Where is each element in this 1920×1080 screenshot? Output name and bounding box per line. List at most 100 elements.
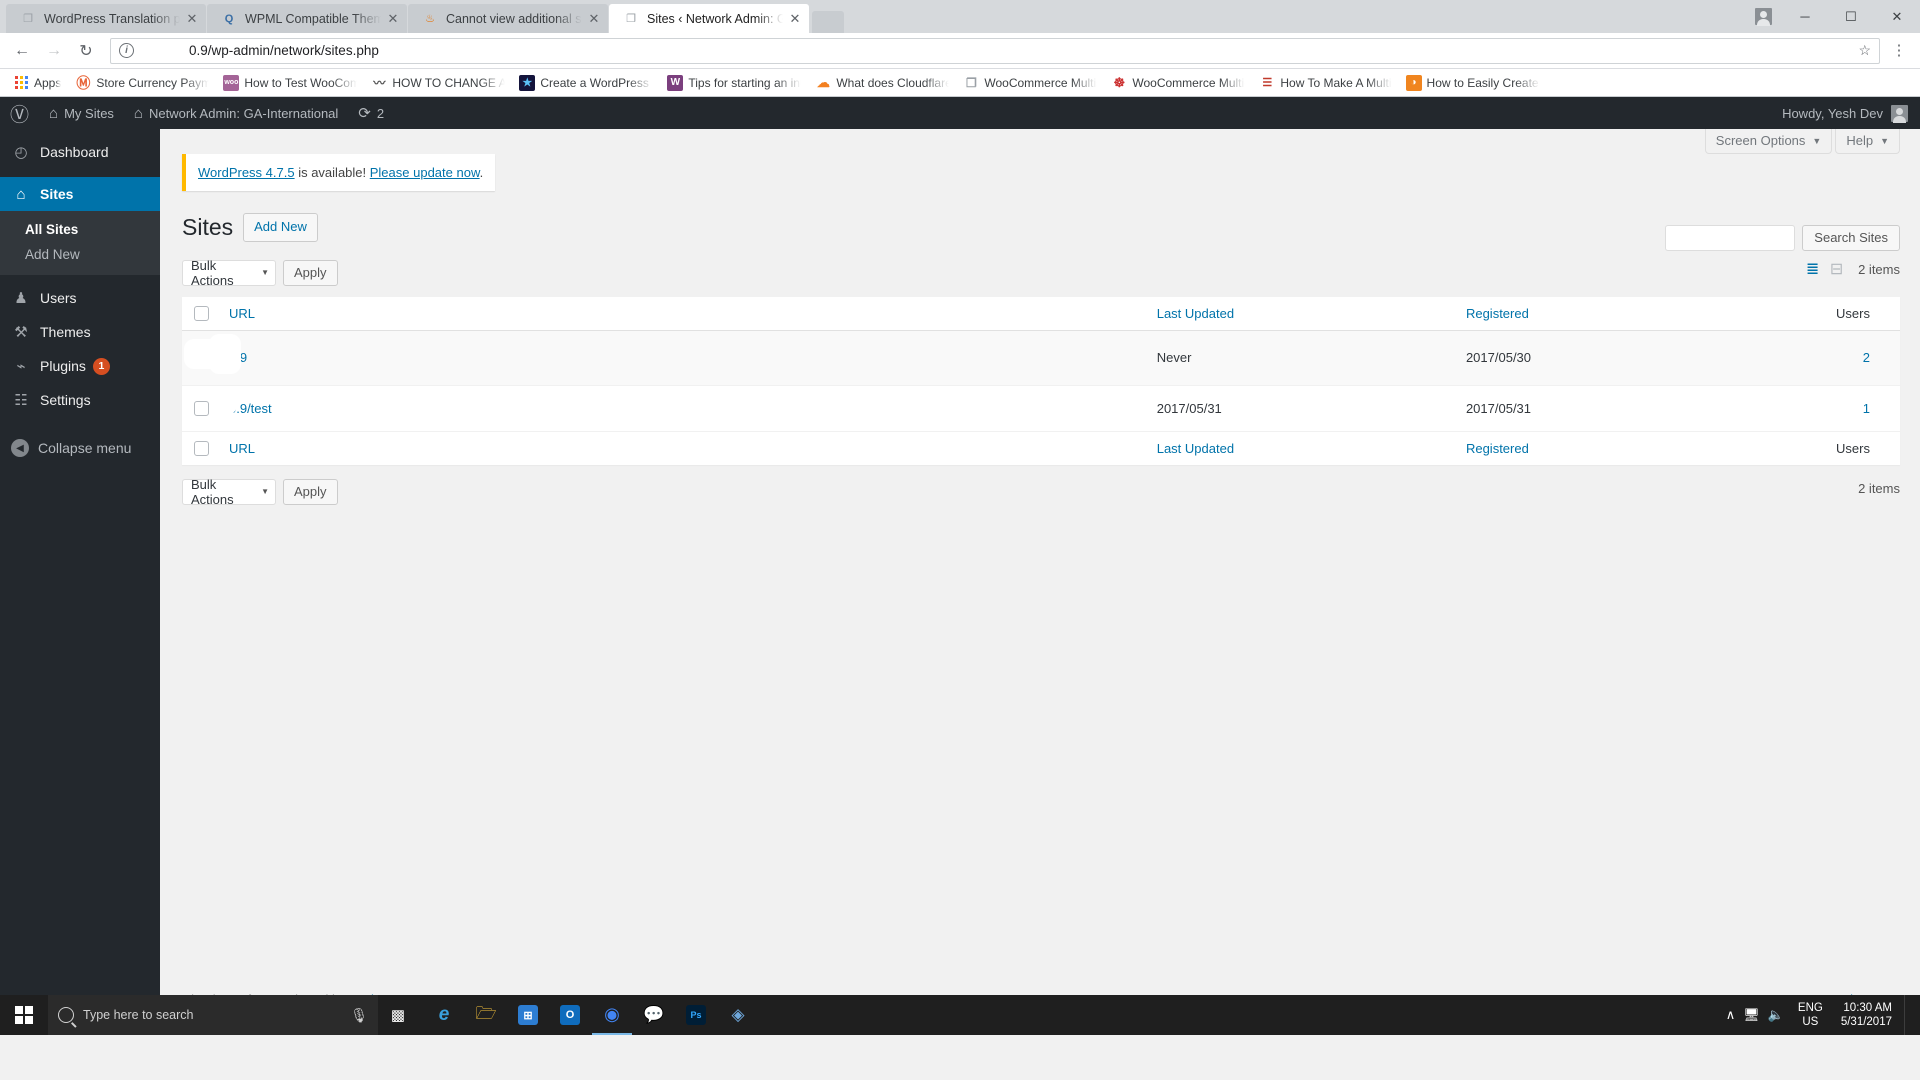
bookmark-test-woocommerce[interactable]: woo How to Test WooCom [216,72,364,94]
bookmark-store-currency[interactable]: Ⓜ Store Currency Payme [68,72,216,94]
file-explorer-icon[interactable]: 🗁 [466,995,506,1035]
row-checkbox[interactable] [194,400,209,416]
column-header-url[interactable]: URL [219,296,1147,331]
column-footer-last-updated[interactable]: Last Updated [1146,430,1456,465]
forward-icon[interactable]: → [40,37,68,65]
microphone-icon[interactable]: 🎙 [350,1007,368,1024]
bookmark-create-wordpress[interactable]: ★ Create a WordPress M [512,72,660,94]
wordpress-version-link[interactable]: WordPress 4.7.5 [198,165,295,180]
url-text: 0.9/wp-admin/network/sites.php [189,43,379,58]
sidebar-item-dashboard[interactable]: ◴ Dashboard [0,135,160,169]
taskbar-search-box[interactable]: Type here to search 🎙 [48,995,378,1035]
sidebar-item-settings[interactable]: ☷ Settings [0,383,160,417]
maximize-button[interactable]: ☐ [1828,0,1874,33]
clock[interactable]: 10:30 AM 5/31/2017 [1837,1001,1892,1030]
sites-table: URL Last Updated Registered Users Never … [182,296,1900,465]
sidebar-item-add-new-site[interactable]: Add New [0,242,160,267]
bookmark-woocommerce-multisite-1[interactable]: ❐ WooCommerce Multis [956,72,1104,94]
browser-tab-3[interactable]: ♨ Cannot view additional si ✕ [408,4,608,33]
app-icon[interactable]: ◈ [718,995,758,1035]
plugins-update-badge: 1 [92,357,110,375]
screen-options-button[interactable]: Screen Options ▼ [1704,129,1833,154]
admin-content-area: Screen Options ▼ Help ▼ WordPress 4.7.5 … [160,129,1920,1035]
sidebar-item-users[interactable]: ♟ Users [0,281,160,315]
site-users-link[interactable]: 2 [1863,350,1870,365]
start-button[interactable] [0,995,48,1035]
browser-tab-4-active[interactable]: ❐ Sites ‹ Network Admin: G ✕ [609,4,809,33]
bookmark-easily-create[interactable]: ◑ How to Easily Create a [1399,72,1547,94]
bulk-actions-select-top[interactable]: Bulk Actions ▼ [182,258,276,288]
list-view-icon[interactable]: ≣ [1803,260,1822,279]
admin-bar-account[interactable]: Howdy, Yesh Dev [1782,97,1920,129]
chat-icon[interactable]: 💬 [634,995,674,1035]
admin-bar-my-sites[interactable]: ⌂ My Sites [39,97,124,129]
language-line2: US [1802,1016,1819,1028]
sites-icon: ⌂ [16,185,26,203]
taskbar-search-placeholder: Type here to search [83,1008,194,1022]
bulk-actions-select-bottom[interactable]: Bulk Actions ▼ [182,477,276,507]
browser-tab-2[interactable]: Q WPML Compatible Theme ✕ [207,4,407,33]
sidebar-item-all-sites[interactable]: All Sites [0,217,160,242]
edge-icon[interactable]: e [424,995,464,1035]
store-icon[interactable]: ⊞ [508,995,548,1035]
column-header-last-updated[interactable]: Last Updated [1146,296,1456,331]
column-footer-registered[interactable]: Registered [1455,430,1766,465]
close-icon[interactable]: ✕ [586,11,602,27]
admin-bar-network-admin[interactable]: ⌂ Network Admin: GA-International [124,97,348,129]
wordpress-w-icon: W [667,74,684,91]
address-bar[interactable]: i 0.9/wp-admin/network/sites.php ☆ [110,37,1880,64]
sidebar-item-sites[interactable]: ⌂ Sites [0,177,160,211]
close-icon[interactable]: ✕ [184,11,200,27]
reload-icon[interactable]: ↻ [72,37,100,65]
select-all-checkbox-footer[interactable] [194,440,209,456]
bookmark-make-multisite[interactable]: ☰ How To Make A Multi [1252,72,1398,94]
site-info-icon[interactable]: i [119,43,134,58]
sidebar-collapse-menu[interactable]: ◀ Collapse menu [0,431,160,465]
show-hidden-icons-chevron[interactable]: ∧ [1726,1007,1736,1023]
add-new-site-button[interactable]: Add New [243,213,318,242]
select-all-checkbox[interactable] [194,305,209,321]
close-icon[interactable]: ✕ [385,11,401,27]
users-icon: ♟ [14,290,28,307]
chrome-menu-icon[interactable]: ⋮ [1886,38,1912,64]
excerpt-view-icon[interactable]: ⊟ [1827,260,1846,279]
apply-button-bottom[interactable]: Apply [283,478,338,505]
bookmark-cloudflare[interactable]: ☁ What does Cloudflare [808,72,956,94]
help-button[interactable]: Help ▼ [1835,129,1900,154]
bookmark-apps[interactable]: Apps [6,72,68,94]
bookmark-woocommerce-multisite-2[interactable]: ☸ WooCommerce Multi- [1104,72,1252,94]
task-view-button[interactable]: ▩ [378,995,418,1035]
avatar[interactable] [1891,104,1908,123]
new-tab-button[interactable] [812,11,844,33]
show-desktop-button[interactable] [1904,995,1910,1035]
please-update-now-link[interactable]: Please update now [370,165,480,180]
admin-bar-updates[interactable]: ⟳ 2 [348,97,394,129]
volume-muted-icon[interactable]: 🔈 [1768,1007,1784,1023]
apply-button-top[interactable]: Apply [283,259,338,286]
photoshop-icon[interactable]: Ps [676,995,716,1035]
browser-tab-1[interactable]: ❐ WordPress Translation plu ✕ [6,4,206,33]
bookmark-star-icon[interactable]: ☆ [1858,42,1871,59]
back-icon[interactable]: ← [8,37,36,65]
chrome-icon[interactable]: ◉ [592,995,632,1035]
site-users-link[interactable]: 1 [1863,401,1870,416]
tab-title: Cannot view additional si [446,11,582,26]
search-sites-button[interactable]: Search Sites [1802,224,1900,251]
bookmark-how-to-change[interactable]: 〰 HOW TO CHANGE A [364,72,512,94]
network-icon[interactable]: 🖥 [1743,1007,1760,1023]
close-window-button[interactable]: ✕ [1874,0,1920,33]
bookmark-tips-international[interactable]: W Tips for starting an int [660,72,808,94]
tab-title: WPML Compatible Theme [245,11,381,26]
column-footer-url[interactable]: URL [219,430,1147,465]
cloud-icon: ☁ [816,74,830,90]
sidebar-item-plugins[interactable]: ⌁ Plugins 1 [0,349,160,383]
sidebar-item-themes[interactable]: ⚒ Themes [0,315,160,349]
minimize-button[interactable]: ─ [1782,0,1828,33]
wordpress-logo-icon[interactable]: Ⓥ [0,97,39,129]
search-input[interactable] [1665,224,1796,251]
outlook-icon[interactable]: O [550,995,590,1035]
column-header-registered[interactable]: Registered [1455,296,1766,331]
profile-avatar-icon[interactable] [1744,0,1782,33]
language-indicator[interactable]: ENG US [1792,1001,1829,1030]
close-icon[interactable]: ✕ [787,11,803,27]
